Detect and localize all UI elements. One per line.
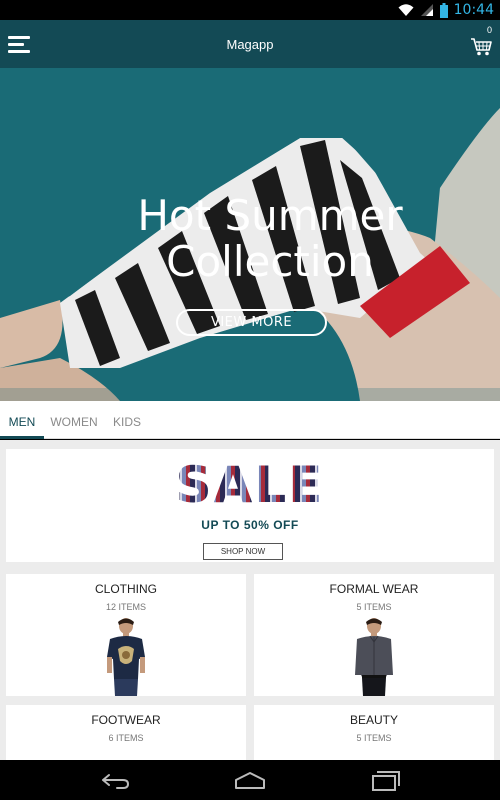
status-time: 10:44 (453, 2, 494, 18)
back-icon (102, 774, 129, 789)
back-button[interactable] (97, 768, 133, 792)
category-name: BEAUTY (349, 713, 398, 727)
content-area: SALE UP TO 50% OFF SHOP NOW CLOTHING 12 … (0, 440, 500, 760)
app-title: Magapp (226, 37, 274, 52)
sale-banner[interactable]: SALE UP TO 50% OFF SHOP NOW (6, 449, 494, 562)
sale-headline: SALE (6, 459, 494, 511)
home-icon (235, 772, 265, 789)
hero-title: Hot Summer Collection (95, 193, 445, 285)
recent-apps-button[interactable] (367, 768, 403, 792)
tab-kids[interactable]: KIDS (108, 401, 146, 439)
tab-women[interactable]: WOMEN (44, 401, 104, 439)
category-count: 12 ITEMS (105, 602, 146, 612)
category-name: FOOTWEAR (91, 713, 161, 727)
category-name: CLOTHING (94, 582, 157, 596)
app-bar: Magapp 0 (0, 20, 500, 68)
category-card-beauty[interactable]: BEAUTY 5 ITEMS (254, 705, 494, 760)
wifi-icon (398, 4, 414, 16)
home-button[interactable] (232, 768, 268, 792)
recent-apps-icon (372, 771, 400, 791)
view-more-button[interactable]: VIEW MORE (176, 309, 327, 336)
formal-shirt-model-image (355, 618, 393, 696)
hero-title-line2: Collection (166, 237, 374, 286)
category-count: 6 ITEMS (108, 733, 144, 743)
shop-now-button[interactable]: SHOP NOW (203, 543, 283, 560)
navigation-bar (0, 760, 500, 800)
hero-title-line1: Hot Summer (137, 191, 403, 240)
tab-men[interactable]: MEN (0, 401, 44, 439)
category-card-footwear[interactable]: FOOTWEAR 6 ITEMS (6, 705, 246, 760)
category-tabs: MEN WOMEN KIDS (0, 401, 500, 439)
category-count: 5 ITEMS (356, 602, 392, 612)
sale-subtitle: UP TO 50% OFF (201, 518, 299, 532)
signal-icon (420, 4, 433, 16)
cart-icon (471, 38, 492, 56)
category-card-formal-wear[interactable]: FORMAL WEAR 5 ITEMS (254, 574, 494, 696)
tshirt-model-image (107, 618, 145, 696)
status-bar: 10:44 (0, 0, 500, 20)
cart-button[interactable] (470, 30, 492, 56)
category-count: 5 ITEMS (356, 733, 392, 743)
hero-banner: Hot Summer Collection VIEW MORE (0, 68, 500, 401)
category-name: FORMAL WEAR (329, 582, 419, 596)
category-card-clothing[interactable]: CLOTHING 12 ITEMS (6, 574, 246, 696)
battery-icon (439, 2, 448, 18)
